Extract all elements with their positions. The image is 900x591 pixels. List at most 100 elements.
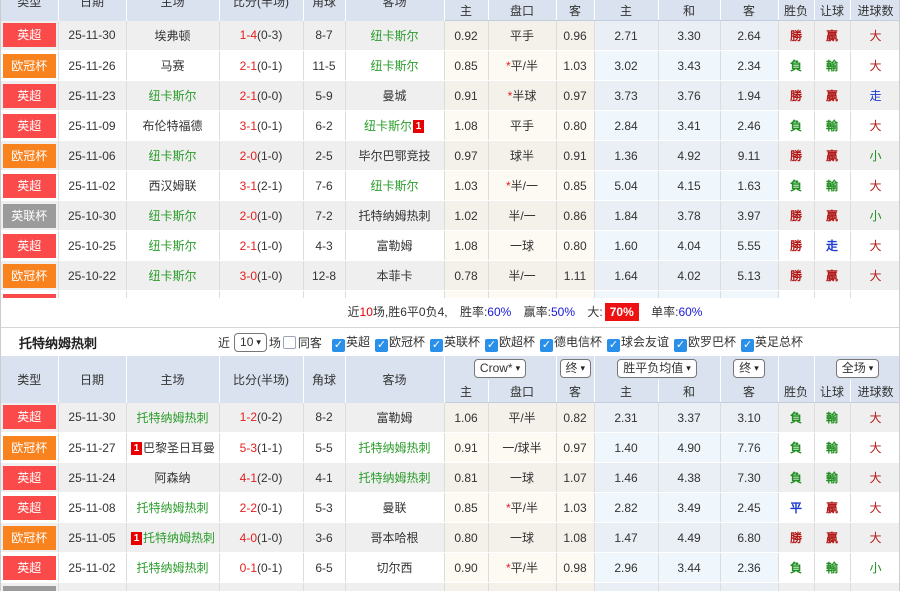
asian-away-odds: 0.86: [556, 583, 594, 591]
single-rate-label: 单率:: [651, 305, 678, 319]
halftime-score: (2-1): [257, 179, 282, 193]
near-label: 近: [348, 305, 360, 319]
col-home: 主场: [126, 0, 219, 21]
match-row: 英超 25-11-24 阿森纳 4-1(2-0) 4-1 托特纳姆热刺 0.81…: [1, 463, 900, 493]
league-filter-checkbox[interactable]: 德电信杯: [540, 333, 602, 352]
asian-home-odds: 1.02: [444, 201, 488, 231]
euro-away-odds: 5.55: [720, 231, 778, 261]
chevron-down-icon: [686, 361, 691, 376]
euro-home-odds: 2.82: [594, 291, 658, 299]
score-cell: 2-0(1-0): [219, 583, 303, 591]
scope-select[interactable]: 全场: [836, 359, 880, 378]
win-rate-value: 60%: [487, 305, 511, 319]
col-corner: 角球: [303, 356, 345, 403]
match-row: 英联杯 25-10-30 纽卡斯尔 2-0(1-0) 7-2 托特纳姆热刺 1.…: [1, 583, 900, 591]
league-filter-checkbox[interactable]: 欧超杯: [485, 333, 535, 352]
ah-state-select[interactable]: 终: [560, 359, 592, 378]
score-cell: 4-1(2-0): [219, 463, 303, 493]
odds-company-select[interactable]: Crow*: [474, 359, 526, 378]
home-team-cell: 马赛: [126, 51, 219, 81]
league-filter-checkbox[interactable]: 英联杯: [430, 333, 480, 352]
league-badge: 英联杯: [3, 204, 56, 228]
euro-state-select[interactable]: 终: [733, 359, 765, 378]
match-date: 25-11-23: [58, 81, 126, 111]
asian-home-odds: 0.81: [444, 463, 488, 493]
tottenham-history-table: 类型 日期 主场 比分(半场) 角球 客场 Crow* 终 胜平负均值 终 全场…: [1, 356, 900, 591]
match-count-select[interactable]: 10: [234, 333, 267, 352]
col-winloss: 胜负: [778, 0, 814, 21]
result-winloss: 負: [778, 171, 814, 201]
league-filter-checkbox[interactable]: 欧冠杯: [375, 333, 425, 352]
asian-away-odds: 1.03: [556, 493, 594, 523]
match-row: 英超 25-11-02 托特纳姆热刺 0-1(0-1) 6-5 切尔西 0.90…: [1, 553, 900, 583]
euro-mode-select[interactable]: 胜平负均值: [617, 359, 697, 378]
fulltime-score: 2-0: [240, 209, 257, 223]
fulltime-score: 3-1: [240, 119, 257, 133]
league-filter-checkbox[interactable]: 欧罗巴杯: [674, 333, 736, 352]
league-filter-label: 欧罗巴杯: [688, 335, 736, 349]
league-badge: 英超: [3, 234, 56, 258]
home-team-cell: 布伦特福德: [126, 111, 219, 141]
euro-away-odds: 9.11: [720, 141, 778, 171]
away-team-cell: 哥本哈根: [345, 523, 444, 553]
asian-home-odds: 0.85: [444, 291, 488, 299]
home-team-cell: 纽卡斯尔: [126, 81, 219, 111]
newcastle-history-section: 类型 日期 主场 比分(半场) 角球 客场 主 盘口 客 主 和 客 胜负 让球: [1, 0, 899, 298]
asian-home-odds: 0.85: [444, 51, 488, 81]
col-type: 类型: [1, 0, 58, 21]
home-team-cell: 纽卡斯尔: [126, 201, 219, 231]
euro-draw-odds: 3.78: [658, 201, 720, 231]
league-filter-checkbox[interactable]: 球会友谊: [607, 333, 669, 352]
euro-draw-odds: 3.30: [658, 21, 720, 51]
result-goals: 大: [850, 523, 900, 553]
checkbox-checked-icon: [540, 339, 553, 352]
euro-home-odds: 3.73: [594, 81, 658, 111]
fulltime-score: 1-4: [240, 28, 257, 42]
games-label: 场: [269, 334, 281, 351]
result-winloss: 負: [778, 291, 814, 299]
home-team-name: 托特纳姆热刺: [136, 411, 208, 425]
away-team-cell: 本菲卡: [345, 261, 444, 291]
score-cell: 4-0(1-0): [219, 523, 303, 553]
corner-score: 11-5: [303, 51, 345, 81]
corner-score: 6-2: [303, 111, 345, 141]
score-cell: 2-1(0-0): [219, 81, 303, 111]
fulltime-score: 2-1: [240, 239, 257, 253]
league-filter-checkbox[interactable]: 英足总杯: [741, 333, 803, 352]
euro-home-odds: 1.84: [594, 583, 658, 591]
match-date: 25-11-05: [58, 523, 126, 553]
league-badge: 英超: [3, 496, 56, 520]
chevron-down-icon: [869, 361, 874, 376]
same-away-checkbox[interactable]: [283, 336, 296, 349]
asian-away-odds: 1.07: [556, 463, 594, 493]
corner-score: 7-6: [303, 171, 345, 201]
away-team-name: 富勒姆: [376, 239, 412, 253]
match-row: 英超 25-11-30 托特纳姆热刺 1-2(0-2) 8-2 富勒姆 1.06…: [1, 403, 900, 433]
euro-home-odds: 2.96: [594, 553, 658, 583]
result-handicap: 輸: [814, 583, 850, 591]
near-label: 近: [218, 334, 230, 351]
handicap-line-text: 平手: [510, 29, 534, 43]
handicap-line: *平/半: [488, 493, 556, 523]
handicap-rate-label: 赢率:: [524, 305, 551, 319]
handicap-line-text: 半/一: [508, 209, 535, 223]
euro-away-odds: 6.80: [720, 523, 778, 553]
result-handicap: 輸: [814, 463, 850, 493]
result-goals: 走: [850, 81, 899, 111]
fulltime-score: 2-0: [240, 149, 257, 163]
fulltime-score: 2-2: [240, 501, 257, 515]
euro-draw-odds: 4.49: [658, 523, 720, 553]
handicap-line: 半/一: [488, 201, 556, 231]
newcastle-history-table: 类型 日期 主场 比分(半场) 角球 客场 主 盘口 客 主 和 客 胜负 让球: [1, 0, 899, 298]
league-filter-checkbox[interactable]: 英超: [332, 333, 370, 352]
home-team-name: 托特纳姆热刺: [136, 561, 208, 575]
handicap-line-text: 半/一: [511, 179, 538, 193]
result-winloss: 負: [778, 111, 814, 141]
col-away: 客场: [345, 356, 444, 403]
corner-score: 4-3: [303, 231, 345, 261]
away-team-cell: 纽卡斯尔: [345, 51, 444, 81]
euro-away-odds: 3.97: [720, 583, 778, 591]
euro-draw-odds: 4.90: [658, 433, 720, 463]
league-badge: 欧冠杯: [3, 264, 56, 288]
result-goals: 小: [850, 201, 899, 231]
